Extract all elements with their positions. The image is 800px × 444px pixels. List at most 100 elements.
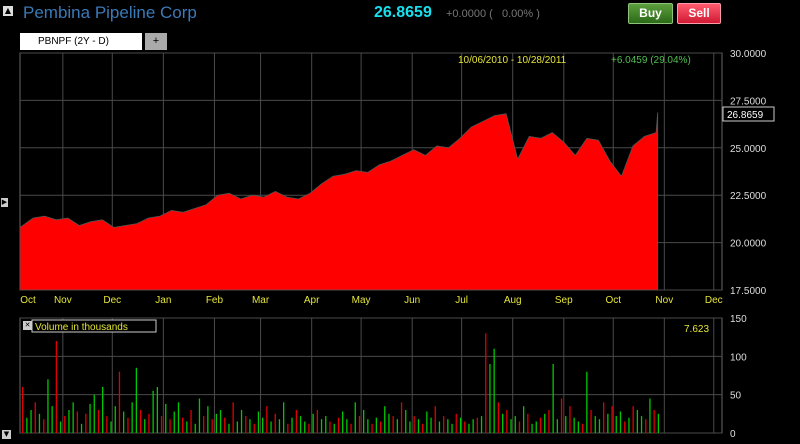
volume-bar [615,416,617,433]
volume-bar [291,417,293,433]
volume-bar [299,416,302,433]
volume-bar [405,410,407,433]
volume-bar [649,398,651,433]
volume-bar [173,411,175,433]
price-x-tick-label: May [352,295,371,306]
volume-bar [556,419,558,433]
volume-bar [72,402,74,433]
volume-bar [434,406,436,433]
volume-bar [493,348,495,433]
volume-bar [34,402,36,433]
volume-bar [110,421,112,433]
volume-bar [68,410,70,433]
volume-bar [22,387,24,433]
volume-bar [375,417,377,433]
volume-bar [278,419,281,433]
price-x-tick-label: Dec [705,295,723,306]
volume-bar [160,416,163,433]
volume-plot-border [19,317,723,434]
volume-bar [552,364,554,433]
volume-bar [156,387,158,433]
price-y-tick-label: 22.5000 [730,191,767,202]
volume-bar [64,416,66,433]
volume-bar [169,419,171,433]
volume-bar [518,421,521,433]
volume-bar [426,411,428,433]
volume-bar [211,419,213,433]
volume-bar [287,423,289,433]
volume-bar [139,410,142,433]
volume-bar [80,423,83,433]
volume-bar [97,410,100,433]
volume-bar [400,402,403,433]
volume-bar [523,406,525,433]
price-y-tick-label: 17.5000 [730,286,767,297]
volume-bar [653,410,655,433]
price-y-tick-label: 27.5000 [730,96,767,107]
volume-bar [384,406,386,433]
volume-bar [245,416,247,433]
price-y-tick-label: 30.0000 [730,49,767,60]
volume-bar [586,371,588,433]
period-change-label: +6.0459 (29.04%) [611,55,691,66]
volume-bar [219,410,222,433]
volume-bar [367,419,369,433]
volume-bar [144,419,146,433]
price-x-tick-label: Feb [206,295,224,306]
volume-bar [497,402,499,433]
volume-grid [19,317,723,434]
volume-bar [636,410,638,433]
volume-bar [93,394,95,433]
volume-bar [177,402,180,433]
volume-bar [598,419,601,433]
price-x-axis: Oct Nov Dec Jan Feb Mar Apr May Jun Jul Aug Sep Oct N… [20,295,722,306]
volume-bar [249,419,251,433]
volume-bar [30,410,32,433]
volume-bar [186,421,188,433]
volume-bar [657,413,659,433]
volume-bar [565,416,567,433]
volume-y-tick-label: 0 [730,429,736,440]
volume-bar [590,410,592,433]
volume-bar [333,423,335,433]
volume-bar [455,413,457,433]
volume-bar [417,419,420,433]
volume-bar [215,413,217,433]
volume-bar [468,423,470,433]
volume-bar [337,417,340,433]
volume-bar [123,411,125,433]
price-x-tick-label: Apr [304,295,320,306]
volume-bar [190,410,192,433]
volume-bar [388,413,390,433]
volume-bar [55,341,57,433]
price-x-tick-label: Nov [54,295,72,306]
volume-bar [531,423,533,433]
price-y-axis: 30.0000 27.5000 25.0000 22.5000 20.0000 17.50… [730,49,767,297]
volume-bar [135,367,137,433]
volume-bar [451,423,453,433]
volume-bar [371,423,373,433]
volume-bar [535,421,537,433]
volume-bar [257,411,260,433]
volume-bar [203,416,205,433]
date-range-label: 10/06/2010 - 10/28/2011 [458,55,567,66]
volume-bar [527,413,529,433]
volume-bar [632,406,634,433]
price-x-tick-label: Sep [555,295,573,306]
volume-bar [274,413,276,433]
volume-bar [346,419,348,433]
volume-bar [59,421,62,433]
volume-bar [148,413,150,433]
volume-bar [325,416,327,433]
volume-bar [619,411,622,433]
volume-bar [594,416,596,433]
volume-bar [514,416,516,433]
volume-bar [127,417,129,433]
price-y-tick-label: 20.0000 [730,239,767,250]
volume-bar [358,416,361,433]
price-y-tick-label: 25.0000 [730,144,767,155]
volume-bar [43,419,45,433]
price-x-tick-label: Dec [103,295,121,306]
volume-bar [581,423,584,433]
volume-bar [89,403,91,433]
